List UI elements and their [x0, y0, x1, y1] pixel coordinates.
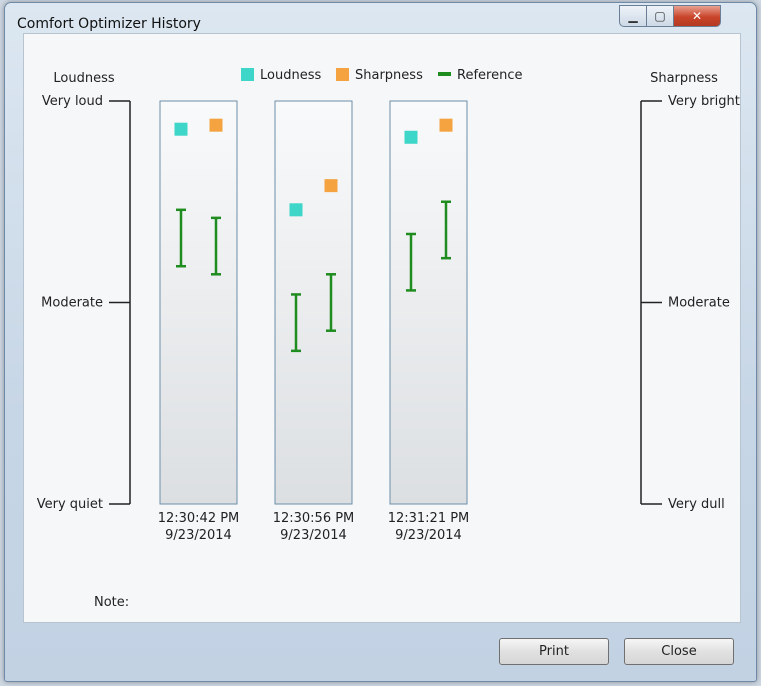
session-column-frame	[389, 100, 468, 505]
left-axis-tick-label: Very loud	[42, 94, 103, 109]
session-time-label: 12:30:42 PM	[158, 511, 240, 526]
session-column-frame	[274, 100, 353, 505]
loudness-point	[174, 122, 188, 136]
legend-label-sharpness: Sharpness	[355, 68, 423, 83]
print-button[interactable]: Print	[499, 638, 609, 665]
loudness-point	[404, 130, 418, 144]
left-axis-tick-label: Very quiet	[37, 497, 103, 512]
session-column-1: 12:30:42 PM 9/23/2014	[158, 100, 240, 543]
left-axis-tick-label: Moderate	[41, 296, 103, 311]
session-column-2: 12:30:56 PM 9/23/2014	[273, 100, 355, 543]
history-panel: Loudness Sharpness Reference Loudness Very …	[23, 33, 741, 623]
session-time-label: 12:30:56 PM	[273, 511, 355, 526]
history-chart: Loudness Sharpness Reference Loudness Very …	[37, 68, 740, 610]
legend-swatch-loudness	[241, 68, 254, 81]
loudness-point	[289, 203, 303, 217]
right-axis-tick-label: Very bright	[668, 94, 740, 109]
maximize-icon: ▢	[654, 9, 666, 23]
legend-swatch-reference	[438, 72, 451, 76]
legend-label-loudness: Loudness	[260, 68, 321, 83]
sharpness-point	[209, 118, 223, 132]
left-axis-title: Loudness	[53, 71, 114, 86]
session-column-frame	[159, 100, 238, 505]
sharpness-point	[439, 118, 453, 132]
maximize-button[interactable]: ▢	[646, 5, 674, 27]
right-axis-title: Sharpness	[650, 71, 718, 86]
session-date-label: 9/23/2014	[165, 528, 232, 543]
legend-swatch-sharpness	[336, 68, 349, 81]
right-axis-tick-label: Moderate	[668, 296, 730, 311]
minimize-icon: ▁	[628, 9, 638, 23]
session-column-3: 12:31:21 PM 9/23/2014	[388, 100, 470, 543]
legend-label-reference: Reference	[457, 68, 522, 83]
session-time-label: 12:31:21 PM	[388, 511, 470, 526]
sharpness-point	[324, 179, 338, 193]
minimize-button[interactable]: ▁	[619, 5, 647, 27]
close-button[interactable]: Close	[624, 638, 734, 665]
close-icon: ✕	[691, 9, 703, 23]
window-title: Comfort Optimizer History	[17, 16, 201, 32]
right-axis-tick-label: Very dull	[668, 497, 725, 512]
close-window-button[interactable]: ✕	[673, 5, 721, 27]
session-date-label: 9/23/2014	[280, 528, 347, 543]
session-date-label: 9/23/2014	[395, 528, 462, 543]
note-label: Note:	[94, 595, 129, 610]
